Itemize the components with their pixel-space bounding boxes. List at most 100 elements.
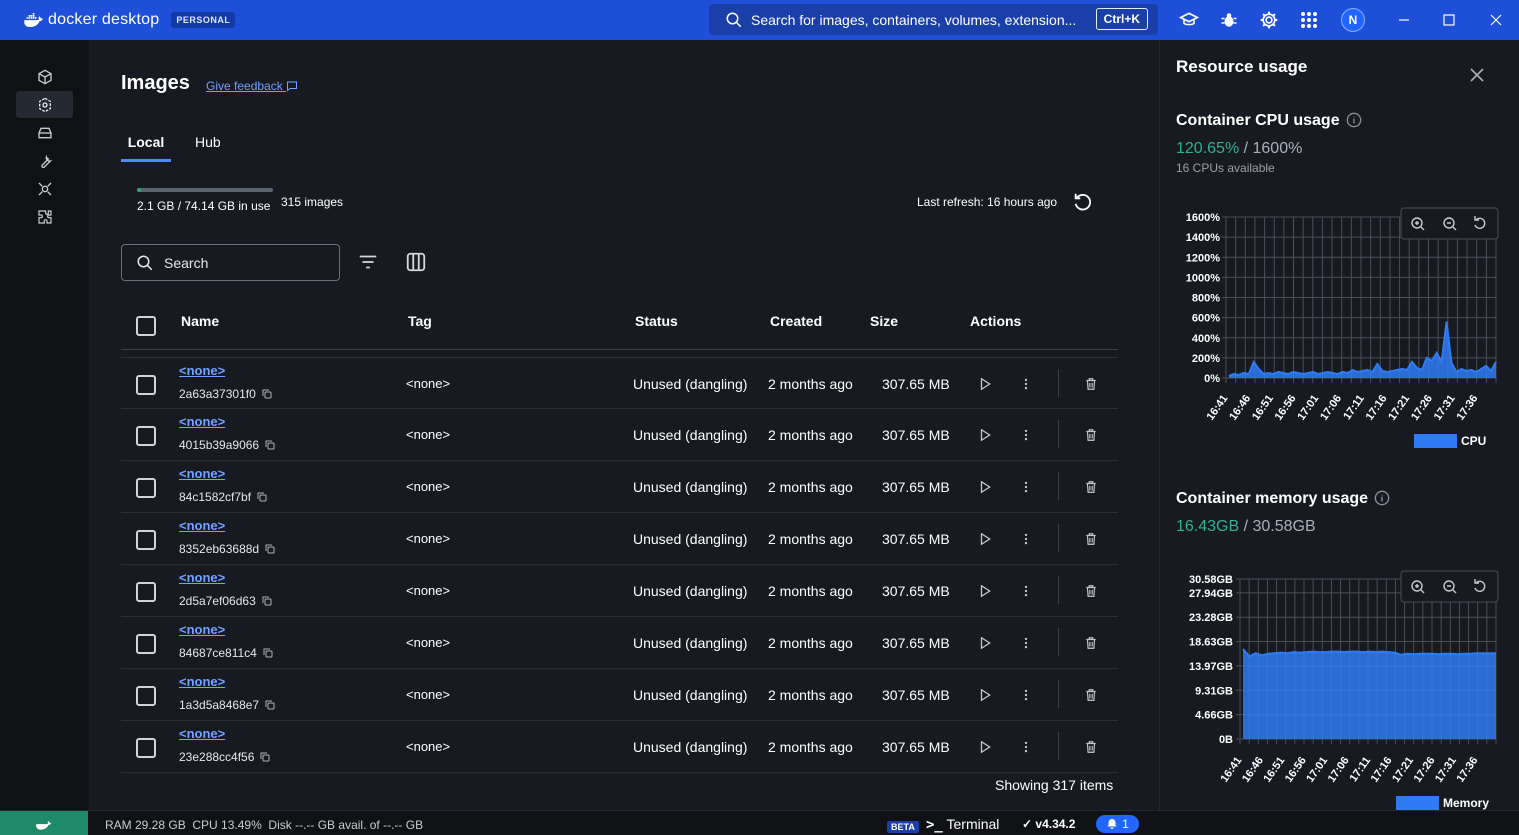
row-checkbox[interactable]	[136, 375, 156, 395]
table-row[interactable]: <none> 23e288cc4f56 <none> Unused (dangl…	[121, 721, 1118, 773]
delete-button[interactable]	[1082, 634, 1100, 652]
copy-icon[interactable]	[262, 647, 274, 659]
notifications-button[interactable]: 1	[1096, 815, 1139, 833]
more-options-button[interactable]	[1017, 738, 1035, 756]
run-button[interactable]	[976, 530, 994, 548]
image-status: Unused (dangling)	[633, 687, 748, 703]
more-options-button[interactable]	[1017, 375, 1035, 393]
info-icon[interactable]	[1374, 490, 1390, 506]
row-checkbox[interactable]	[136, 530, 156, 550]
trash-icon	[1086, 585, 1096, 597]
info-icon[interactable]	[1346, 112, 1362, 128]
apps-grid-icon[interactable]	[1298, 9, 1320, 31]
copy-icon[interactable]	[259, 751, 271, 763]
nav-volumes[interactable]	[16, 119, 73, 146]
table-row[interactable]: <none> 2a63a37301f0 <none> Unused (dangl…	[121, 357, 1118, 409]
run-button[interactable]	[976, 478, 994, 496]
column-status[interactable]: Status	[635, 313, 678, 329]
more-options-button[interactable]	[1017, 478, 1035, 496]
delete-button[interactable]	[1082, 478, 1100, 496]
minimize-icon[interactable]	[1394, 10, 1414, 30]
run-button[interactable]	[976, 375, 994, 393]
terminal-button[interactable]: >_ Terminal	[926, 816, 999, 833]
copy-icon[interactable]	[264, 439, 276, 451]
filter-button[interactable]	[357, 251, 379, 273]
row-checkbox[interactable]	[136, 582, 156, 602]
run-button[interactable]	[976, 582, 994, 600]
more-options-button[interactable]	[1017, 530, 1035, 548]
copy-icon[interactable]	[264, 699, 276, 711]
delete-button[interactable]	[1082, 686, 1100, 704]
table-row[interactable]: <none> 4015b39a9066 <none> Unused (dangl…	[121, 409, 1118, 461]
y-tick-label: 4.66GB	[1195, 710, 1233, 722]
run-button[interactable]	[976, 686, 994, 704]
column-name[interactable]: Name	[181, 313, 219, 329]
image-name-link[interactable]: <none>	[179, 622, 225, 637]
more-options-button[interactable]	[1017, 582, 1035, 600]
more-options-button[interactable]	[1017, 686, 1035, 704]
image-name-link[interactable]: <none>	[179, 518, 225, 533]
tab-hub[interactable]: Hub	[195, 134, 221, 159]
nav-extensions[interactable]	[16, 203, 73, 230]
close-window-icon[interactable]	[1486, 10, 1506, 30]
column-actions: Actions	[970, 313, 1022, 329]
copy-icon[interactable]	[261, 388, 273, 400]
tab-local[interactable]: Local	[121, 134, 171, 162]
table-row[interactable]: <none> 84c1582cf7bf <none> Unused (dangl…	[121, 461, 1118, 513]
row-checkbox[interactable]	[136, 686, 156, 706]
table-row[interactable]: <none> 1a3d5a8468e7 <none> Unused (dangl…	[121, 669, 1118, 721]
more-options-button[interactable]	[1017, 634, 1035, 652]
nav-containers[interactable]	[16, 63, 73, 90]
delete-button[interactable]	[1082, 738, 1100, 756]
legend-label: Memory	[1443, 796, 1489, 810]
image-name-link[interactable]: <none>	[179, 674, 225, 689]
image-name-link[interactable]: <none>	[179, 726, 225, 741]
image-name-link[interactable]: <none>	[179, 466, 225, 481]
table-row[interactable]: <none> 84687ce811c4 <none> Unused (dangl…	[121, 617, 1118, 669]
row-checkbox[interactable]	[136, 426, 156, 446]
copy-icon[interactable]	[264, 543, 276, 555]
learning-center-icon[interactable]	[1178, 9, 1200, 31]
nav-images[interactable]	[16, 91, 73, 118]
delete-button[interactable]	[1082, 426, 1100, 444]
image-name-link[interactable]: <none>	[179, 363, 225, 378]
close-panel-icon[interactable]	[1470, 68, 1486, 84]
troubleshoot-bug-icon[interactable]	[1218, 9, 1240, 31]
columns-button[interactable]	[405, 251, 427, 273]
column-tag[interactable]: Tag	[408, 313, 432, 329]
column-size[interactable]: Size	[870, 313, 898, 329]
nav-builds[interactable]	[16, 147, 73, 174]
image-search-input[interactable]	[164, 254, 324, 271]
settings-gear-icon[interactable]	[1258, 9, 1280, 31]
refresh-button[interactable]	[1071, 190, 1095, 214]
global-search[interactable]: Search for images, containers, volumes, …	[709, 4, 1158, 35]
run-button[interactable]	[976, 634, 994, 652]
select-all-checkbox[interactable]	[136, 316, 156, 336]
user-avatar[interactable]: N	[1341, 8, 1365, 32]
table-row[interactable]: <none> 2d5a7ef06d63 <none> Unused (dangl…	[121, 565, 1118, 617]
run-button[interactable]	[976, 738, 994, 756]
table-row[interactable]: <none> 8352eb63688d <none> Unused (dangl…	[121, 513, 1118, 565]
memory-usage-total: / 30.58GB	[1239, 518, 1316, 535]
version-label[interactable]: ✓ v4.34.2	[1022, 817, 1075, 831]
run-button[interactable]	[976, 426, 994, 444]
row-checkbox[interactable]	[136, 478, 156, 498]
row-checkbox[interactable]	[136, 738, 156, 758]
copy-icon[interactable]	[256, 491, 268, 503]
copy-icon[interactable]	[261, 595, 273, 607]
image-search-box[interactable]	[121, 244, 340, 281]
delete-button[interactable]	[1082, 530, 1100, 548]
column-created[interactable]: Created	[770, 313, 822, 329]
play-icon	[980, 740, 991, 754]
image-name-link[interactable]: <none>	[179, 570, 225, 585]
engine-status-whale-icon[interactable]	[0, 811, 88, 835]
row-checkbox[interactable]	[136, 634, 156, 654]
nav-scout[interactable]	[16, 175, 73, 202]
actions-divider	[1058, 680, 1059, 708]
delete-button[interactable]	[1082, 582, 1100, 600]
image-name-link[interactable]: <none>	[179, 414, 225, 429]
maximize-icon[interactable]	[1439, 10, 1459, 30]
give-feedback-link[interactable]: Give feedback	[206, 79, 298, 93]
more-options-button[interactable]	[1017, 426, 1035, 444]
delete-button[interactable]	[1082, 375, 1100, 393]
